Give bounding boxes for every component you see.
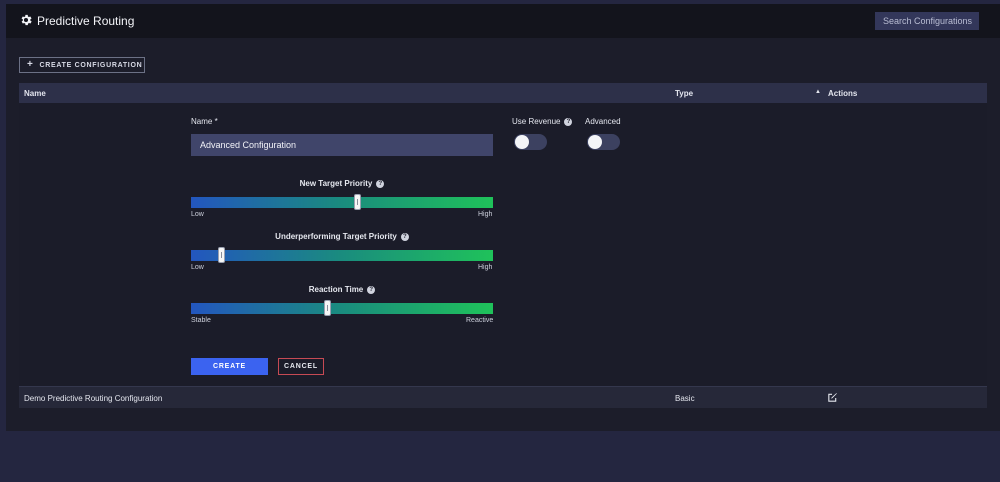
row-type: Basic xyxy=(675,394,695,403)
page-title: Predictive Routing xyxy=(37,14,135,28)
underperforming-target-priority-slider[interactable] xyxy=(191,247,493,263)
top-bar: Predictive Routing xyxy=(6,4,1000,38)
use-revenue-label: Use Revenue? xyxy=(512,117,573,126)
advanced-label: Advanced xyxy=(585,117,621,126)
table-header: Name Type ▲ Actions xyxy=(19,83,987,103)
reaction-time-slider[interactable] xyxy=(191,300,493,316)
advanced-toggle[interactable] xyxy=(587,134,620,150)
slider-max-label: Reactive xyxy=(466,317,494,324)
slider-min-label: Stable xyxy=(191,317,211,324)
column-header-type[interactable]: Type xyxy=(675,89,693,98)
toggle-knob xyxy=(515,135,529,149)
new-target-priority-label: New Target Priority? xyxy=(191,179,493,188)
slider-max-label: High xyxy=(478,211,493,218)
underperforming-target-priority-text: Underperforming Target Priority xyxy=(275,232,397,241)
column-header-actions[interactable]: Actions xyxy=(828,89,857,98)
column-header-name[interactable]: Name xyxy=(24,89,46,98)
use-revenue-toggle[interactable] xyxy=(514,134,547,150)
new-target-priority-slider[interactable] xyxy=(191,194,493,210)
create-configuration-button[interactable]: + CREATE CONFIGURATION xyxy=(19,57,145,73)
table-row[interactable]: Demo Predictive Routing Configuration Ba… xyxy=(19,386,987,408)
underperforming-target-priority-label: Underperforming Target Priority? xyxy=(191,232,493,241)
use-revenue-text: Use Revenue xyxy=(512,117,561,126)
reaction-time-text: Reaction Time xyxy=(308,285,364,294)
create-configuration-label: CREATE CONFIGURATION xyxy=(39,61,143,69)
help-icon[interactable]: ? xyxy=(376,179,385,188)
edit-icon[interactable] xyxy=(827,392,838,403)
create-button[interactable]: CREATE xyxy=(191,358,268,375)
help-icon[interactable]: ? xyxy=(564,117,573,126)
sort-up-icon[interactable]: ▲ xyxy=(815,89,821,95)
slider-min-label: Low xyxy=(191,264,204,271)
name-field[interactable] xyxy=(191,134,493,156)
search-input[interactable] xyxy=(875,12,979,30)
configuration-form: Name * Use Revenue? Advanced New Target … xyxy=(19,103,987,386)
slider-thumb[interactable] xyxy=(354,194,362,210)
slider-max-label: High xyxy=(478,264,493,271)
toggle-knob xyxy=(588,135,602,149)
new-target-priority-text: New Target Priority xyxy=(299,179,373,188)
slider-thumb[interactable] xyxy=(323,300,331,316)
reaction-time-label: Reaction Time? xyxy=(191,285,493,294)
plus-icon: + xyxy=(27,59,34,70)
help-icon[interactable]: ? xyxy=(400,232,409,241)
name-field-label: Name * xyxy=(191,117,218,126)
slider-min-label: Low xyxy=(191,211,204,218)
gear-icon xyxy=(21,14,32,26)
slider-thumb[interactable] xyxy=(218,247,226,263)
app-window: Predictive Routing + CREATE CONFIGURATIO… xyxy=(6,4,1000,431)
cancel-button[interactable]: CANCEL xyxy=(278,358,324,375)
help-icon[interactable]: ? xyxy=(367,285,376,294)
row-name: Demo Predictive Routing Configuration xyxy=(24,394,163,403)
